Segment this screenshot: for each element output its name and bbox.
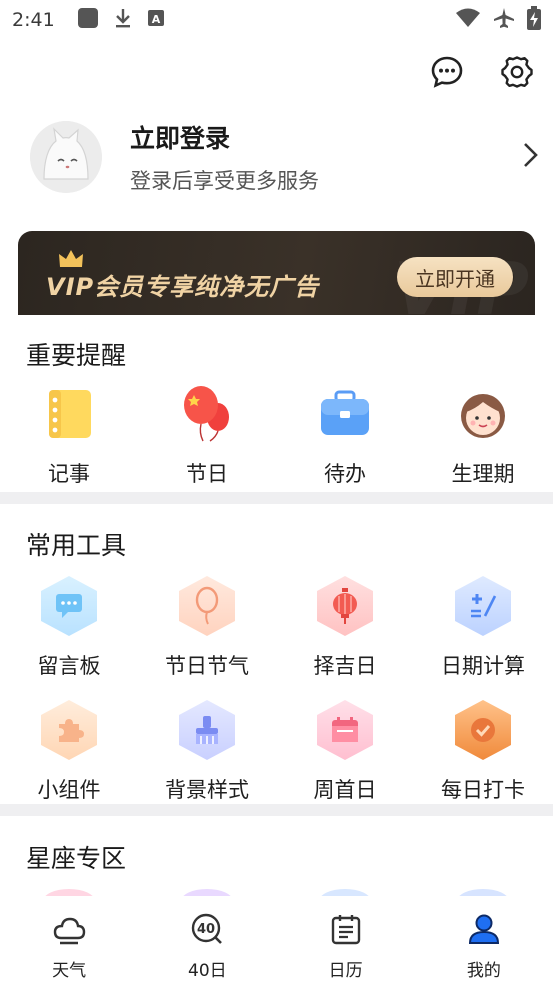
tool-item-week-start[interactable]: 周首日 (276, 700, 414, 804)
settings-button[interactable] (499, 56, 535, 92)
vip-banner[interactable]: VIP VIP会员专享纯净无广告 立即开通 (18, 231, 535, 315)
cloud-icon (52, 912, 86, 950)
section-divider (0, 804, 553, 816)
zodiac-icons-peek (0, 884, 553, 896)
avatar[interactable] (30, 121, 102, 193)
chat-bubble-icon (430, 55, 464, 93)
battery-charging-icon (527, 5, 541, 35)
reminder-item-notes[interactable]: 记事 (0, 384, 138, 488)
wifi-icon (455, 8, 481, 33)
tool-label: 日期计算 (441, 654, 525, 678)
lantern-icon (317, 576, 373, 636)
puzzle-icon (41, 700, 97, 760)
calendar-icon (329, 912, 363, 950)
briefcase-icon (315, 384, 375, 444)
vip-promo-text: VIP会员专享纯净无广告 (46, 273, 320, 301)
vip-activate-button[interactable]: 立即开通 (397, 257, 513, 297)
status-time: 2:41 (12, 9, 55, 31)
gear-icon (500, 55, 534, 93)
tools-title: 常用工具 (26, 531, 127, 560)
tool-item-date-calc[interactable]: 日期计算 (414, 576, 552, 680)
zodiac-title: 星座专区 (26, 844, 127, 873)
app-notification-icon (77, 7, 99, 34)
login-subtitle: 登录后享受更多服务 (130, 169, 319, 193)
top-actions (429, 56, 535, 92)
reminder-item-holiday[interactable]: 节日 (138, 384, 276, 488)
reminder-label: 生理期 (451, 462, 515, 486)
message-button[interactable] (429, 56, 465, 92)
tool-label: 背景样式 (165, 778, 249, 802)
airplane-icon (493, 7, 515, 34)
message-board-icon (41, 576, 97, 636)
download-icon (113, 7, 133, 34)
nav-weather[interactable]: 天气 (0, 896, 138, 984)
status-bar: 2:41 A (0, 0, 553, 40)
nav-label: 我的 (466, 961, 501, 981)
reminder-item-todo[interactable]: 待办 (276, 384, 414, 488)
login-profile-row[interactable]: 立即登录 登录后享受更多服务 (30, 120, 540, 194)
nav-mine[interactable]: 我的 (415, 896, 553, 984)
nav-calendar[interactable]: 日历 (277, 896, 415, 984)
notebook-icon (39, 384, 99, 444)
forty-day-icon: 40 (190, 912, 224, 950)
bottom-nav: 天气 40 40日 日历 我的 (0, 896, 553, 984)
reminder-item-period[interactable]: 生理期 (414, 384, 552, 488)
tool-item-background-style[interactable]: 背景样式 (138, 700, 276, 804)
nav-label: 40日 (188, 961, 227, 981)
cat-avatar-icon (30, 121, 102, 193)
reminders-title: 重要提醒 (26, 341, 127, 370)
nav-label: 日历 (328, 961, 363, 981)
chevron-right-icon (522, 141, 540, 173)
reminder-label: 记事 (48, 462, 90, 486)
tool-item-message-board[interactable]: 留言板 (0, 576, 138, 680)
tool-label: 每日打卡 (441, 778, 525, 802)
login-title: 立即登录 (130, 124, 231, 153)
reminder-label: 待办 (324, 462, 366, 486)
calculator-icon (455, 576, 511, 636)
svg-text:A: A (151, 13, 160, 26)
tool-label: 留言板 (37, 654, 101, 678)
balloons-icon (177, 384, 237, 444)
calendar-icon (317, 700, 373, 760)
tool-label: 周首日 (313, 778, 377, 802)
tool-label: 节日节气 (165, 654, 249, 678)
section-divider (0, 492, 553, 504)
brush-icon (179, 700, 235, 760)
reminder-label: 节日 (186, 462, 228, 486)
girl-face-icon (453, 384, 513, 444)
svg-text:40: 40 (197, 922, 215, 937)
nav-label: 天气 (52, 961, 87, 981)
font-a-icon: A (147, 9, 165, 32)
tool-item-auspicious-day[interactable]: 择吉日 (276, 576, 414, 680)
tool-item-festivals[interactable]: 节日节气 (138, 576, 276, 680)
tool-label: 小组件 (37, 778, 101, 802)
tool-label: 择吉日 (313, 654, 377, 678)
nav-40-day[interactable]: 40 40日 (138, 896, 276, 984)
check-icon (455, 700, 511, 760)
balloon-icon (179, 576, 235, 636)
tool-item-widgets[interactable]: 小组件 (0, 700, 138, 804)
tool-item-daily-checkin[interactable]: 每日打卡 (414, 700, 552, 804)
user-icon (467, 912, 501, 950)
